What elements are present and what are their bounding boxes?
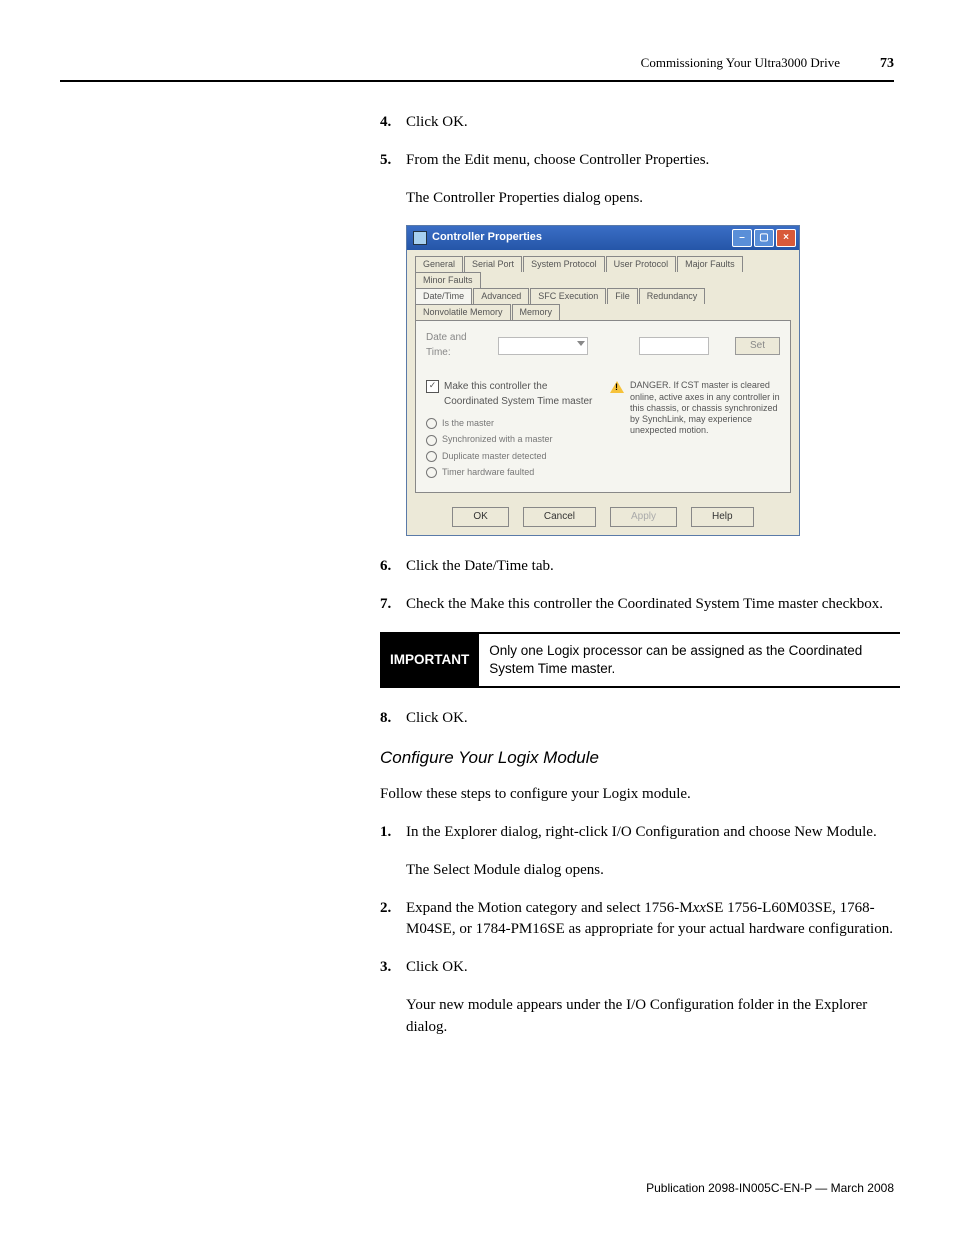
date-time-panel: Date and Time: Set ✓ Make this controlle…: [415, 320, 791, 492]
step-number: 7.: [380, 594, 406, 616]
status-duplicate: Duplicate master detected: [426, 450, 596, 463]
date-time-label: Date and Time:: [426, 331, 492, 360]
page-footer: Publication 2098-IN005C-EN-P — March 200…: [646, 1181, 894, 1195]
dialog-title: Controller Properties: [432, 230, 730, 246]
time-field[interactable]: [639, 337, 709, 355]
tab-nonvolatile-memory[interactable]: Nonvolatile Memory: [415, 304, 511, 320]
tab-minor-faults[interactable]: Minor Faults: [415, 272, 481, 288]
status-faulted: Timer hardware faulted: [426, 466, 596, 479]
step-text: In the Explorer dialog, right-click I/O …: [406, 822, 900, 844]
app-icon: [413, 231, 427, 245]
step-text: Expand the Motion category and select 17…: [406, 898, 900, 942]
step-text: Click OK.: [406, 112, 900, 134]
cst-master-checkbox[interactable]: ✓ Make this controller the Coordinated S…: [426, 380, 596, 409]
tab-serial-port[interactable]: Serial Port: [464, 256, 522, 272]
status-dot-icon: [426, 467, 437, 478]
step-text: From the Edit menu, choose Controller Pr…: [406, 150, 900, 172]
cancel-button[interactable]: Cancel: [523, 507, 596, 528]
apply-button[interactable]: Apply: [610, 507, 677, 528]
tab-advanced[interactable]: Advanced: [473, 288, 529, 304]
warning-text: DANGER. If CST master is cleared online,…: [630, 380, 780, 481]
controller-properties-dialog: Controller Properties – ▢ × General Seri…: [406, 225, 800, 536]
ok-button[interactable]: OK: [452, 507, 508, 528]
close-icon[interactable]: ×: [776, 229, 796, 247]
step-number: 1.: [380, 822, 406, 844]
checkbox-label: Make this controller the Coordinated Sys…: [444, 380, 596, 409]
status-synchronized: Synchronized with a master: [426, 433, 596, 446]
tab-memory[interactable]: Memory: [512, 304, 561, 320]
step-text: Click OK.: [406, 708, 900, 730]
tab-date-time[interactable]: Date/Time: [415, 288, 472, 304]
cfg-step-1-sub: The Select Module dialog opens.: [406, 860, 900, 882]
step-7: 7. Check the Make this controller the Co…: [380, 594, 900, 616]
cfg-step-3: 3. Click OK.: [380, 957, 900, 979]
step-text: Check the Make this controller the Coord…: [406, 594, 900, 616]
warning-block: DANGER. If CST master is cleared online,…: [610, 380, 780, 481]
tabs-row-2: Date/Time Advanced SFC Execution File Re…: [415, 288, 791, 320]
set-button[interactable]: Set: [735, 337, 780, 356]
intro-paragraph: Follow these steps to configure your Log…: [380, 784, 900, 806]
tab-system-protocol[interactable]: System Protocol: [523, 256, 605, 272]
help-button[interactable]: Help: [691, 507, 754, 528]
tab-general[interactable]: General: [415, 256, 463, 272]
dialog-titlebar[interactable]: Controller Properties – ▢ ×: [407, 226, 799, 250]
status-dot-icon: [426, 451, 437, 462]
step-number: 6.: [380, 556, 406, 578]
tab-user-protocol[interactable]: User Protocol: [606, 256, 677, 272]
date-dropdown[interactable]: [498, 337, 588, 355]
important-label: IMPORTANT: [380, 634, 479, 686]
tab-sfc-execution[interactable]: SFC Execution: [530, 288, 606, 304]
section-subhead: Configure Your Logix Module: [380, 746, 900, 771]
page-number: 73: [880, 56, 894, 72]
step-5-sub: The Controller Properties dialog opens.: [406, 188, 900, 210]
step-5: 5. From the Edit menu, choose Controller…: [380, 150, 900, 172]
checkbox-icon: ✓: [426, 380, 439, 393]
tabs-row-1: General Serial Port System Protocol User…: [415, 256, 791, 288]
step-text: Click the Date/Time tab.: [406, 556, 900, 578]
step-number: 3.: [380, 957, 406, 979]
header-section: Commissioning Your Ultra3000 Drive: [641, 55, 840, 71]
step-6: 6. Click the Date/Time tab.: [380, 556, 900, 578]
maximize-icon[interactable]: ▢: [754, 229, 774, 247]
step-text: Click OK.: [406, 957, 900, 979]
important-callout: IMPORTANT Only one Logix processor can b…: [380, 632, 900, 688]
step-8: 8. Click OK.: [380, 708, 900, 730]
tab-major-faults[interactable]: Major Faults: [677, 256, 743, 272]
tab-redundancy[interactable]: Redundancy: [639, 288, 706, 304]
tab-file[interactable]: File: [607, 288, 638, 304]
header-rule: [60, 80, 894, 82]
cfg-step-1: 1. In the Explorer dialog, right-click I…: [380, 822, 900, 844]
step-number: 4.: [380, 112, 406, 134]
status-dot-icon: [426, 418, 437, 429]
minimize-icon[interactable]: –: [732, 229, 752, 247]
important-text: Only one Logix processor can be assigned…: [479, 634, 900, 686]
status-dot-icon: [426, 435, 437, 446]
step-number: 8.: [380, 708, 406, 730]
status-is-master: Is the master: [426, 417, 596, 430]
warning-icon: [610, 381, 624, 393]
main-content: 4. Click OK. 5. From the Edit menu, choo…: [380, 112, 900, 1038]
step-4: 4. Click OK.: [380, 112, 900, 134]
cfg-step-2: 2. Expand the Motion category and select…: [380, 898, 900, 942]
step-number: 5.: [380, 150, 406, 172]
page-header: Commissioning Your Ultra3000 Drive 73: [60, 55, 894, 72]
step-number: 2.: [380, 898, 406, 942]
cfg-step-3-sub: Your new module appears under the I/O Co…: [406, 995, 900, 1039]
